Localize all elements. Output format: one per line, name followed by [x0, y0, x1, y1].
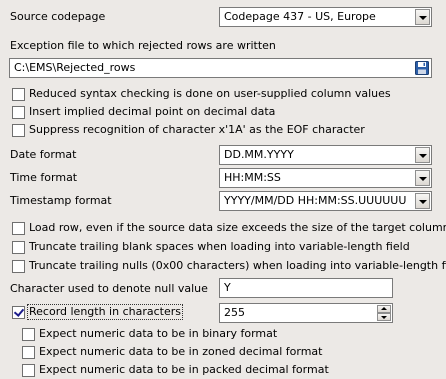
exception-file-label: Exception file to which rejected rows ar… — [10, 39, 276, 52]
truncate-nulls-checkbox[interactable] — [12, 260, 25, 273]
record-length-value: 255 — [224, 306, 245, 319]
null-char-value: Y — [224, 281, 231, 294]
chevron-down-icon[interactable] — [415, 170, 430, 186]
time-format-select[interactable]: HH:MM:SS — [219, 168, 432, 188]
suppress-eof-checkbox[interactable] — [12, 124, 25, 137]
truncate-nulls-label: Truncate trailing nulls (0x00 characters… — [29, 259, 446, 272]
record-length-label: Record length in characters — [27, 304, 183, 320]
date-format-label: Date format — [10, 148, 77, 161]
date-format-value: DD.MM.YYYY — [224, 148, 294, 161]
null-char-input[interactable]: Y — [219, 278, 393, 298]
timestamp-format-select[interactable]: YYYY/MM/DD HH:MM:SS.UUUUUU — [219, 191, 432, 211]
source-codepage-label: Source codepage — [10, 10, 106, 23]
reduced-syntax-label: Reduced syntax checking is done on user-… — [29, 87, 391, 100]
chevron-down-icon[interactable] — [415, 147, 430, 163]
record-length-checkbox[interactable] — [12, 306, 25, 319]
packed-decimal-label: Expect numeric data to be in packed deci… — [39, 363, 329, 376]
zoned-decimal-checkbox[interactable] — [22, 346, 35, 359]
chevron-down-icon[interactable] — [415, 9, 430, 25]
null-char-label: Character used to denote null value — [10, 282, 208, 295]
reduced-syntax-checkbox[interactable] — [12, 88, 25, 101]
binary-format-checkbox[interactable] — [22, 328, 35, 341]
truncate-blanks-label: Truncate trailing blank spaces when load… — [29, 240, 410, 253]
binary-format-label: Expect numeric data to be in binary form… — [39, 327, 278, 340]
spin-buttons[interactable] — [377, 305, 391, 321]
zoned-decimal-label: Expect numeric data to be in zoned decim… — [39, 345, 323, 358]
timestamp-format-value: YYYY/MM/DD HH:MM:SS.UUUUUU — [224, 194, 407, 207]
implied-decimal-label: Insert implied decimal point on decimal … — [29, 105, 276, 118]
source-codepage-select[interactable]: Codepage 437 - US, Europe — [219, 7, 432, 27]
time-format-label: Time format — [10, 171, 78, 184]
implied-decimal-checkbox[interactable] — [12, 106, 25, 119]
date-format-select[interactable]: DD.MM.YYYY — [219, 145, 432, 165]
exception-file-value: C:\EMS\Rejected_rows — [14, 61, 136, 74]
load-row-checkbox[interactable] — [12, 222, 25, 235]
source-codepage-value: Codepage 437 - US, Europe — [224, 10, 376, 23]
spin-up-icon[interactable] — [377, 305, 391, 313]
exception-file-input[interactable]: C:\EMS\Rejected_rows — [9, 58, 432, 78]
suppress-eof-label: Suppress recognition of character x'1A' … — [29, 123, 365, 136]
record-length-spin-input[interactable]: 255 — [219, 303, 393, 323]
time-format-value: HH:MM:SS — [224, 171, 281, 184]
timestamp-format-label: Timestamp format — [10, 194, 112, 207]
floppy-disk-icon[interactable] — [415, 61, 429, 75]
load-row-label: Load row, even if the source data size e… — [29, 221, 446, 234]
truncate-blanks-checkbox[interactable] — [12, 241, 25, 254]
spin-down-icon[interactable] — [377, 313, 391, 321]
packed-decimal-checkbox[interactable] — [22, 364, 35, 377]
chevron-down-icon[interactable] — [415, 193, 430, 209]
